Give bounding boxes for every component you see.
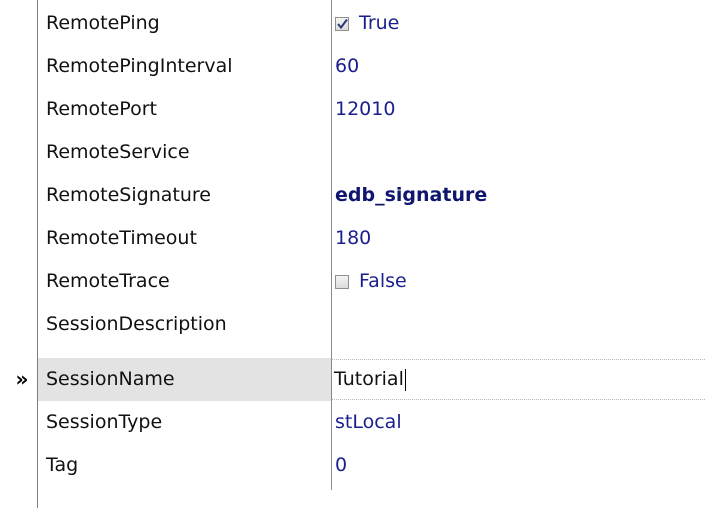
property-row-sessionname[interactable]: SessionName Tutorial <box>38 358 705 401</box>
property-name: RemoteSignature <box>46 184 211 206</box>
property-value[interactable]: edb_signature <box>335 174 487 217</box>
property-value[interactable]: True <box>335 2 399 45</box>
checkbox-unchecked-icon[interactable] <box>335 274 349 289</box>
property-row-remoteservice[interactable]: RemoteService <box>38 131 705 174</box>
property-value[interactable]: 12010 <box>335 88 395 131</box>
property-value[interactable]: 0 <box>335 444 347 487</box>
property-name: RemotePort <box>46 98 157 120</box>
property-row-sessiontype[interactable]: SessionType stLocal <box>38 401 705 444</box>
property-value[interactable]: stLocal <box>335 401 402 444</box>
text-caret <box>404 368 406 391</box>
property-name: RemoteTrace <box>46 270 170 292</box>
object-inspector: » RemotePing True RemotePingInterval 60 … <box>0 0 705 508</box>
property-value-text: True <box>359 12 400 34</box>
property-name: SessionName <box>46 368 175 390</box>
property-name: SessionType <box>46 411 163 433</box>
property-value-text: False <box>359 270 407 292</box>
property-value[interactable]: 60 <box>335 45 359 88</box>
property-value[interactable]: False <box>335 260 407 303</box>
checkbox-checked-icon[interactable] <box>335 16 349 31</box>
property-name: RemotePingInterval <box>46 55 233 77</box>
property-row-remoteping[interactable]: RemotePing True <box>38 2 705 45</box>
property-name: RemoteTimeout <box>46 227 197 249</box>
property-name: Tag <box>46 454 79 476</box>
property-value-text: Tutorial <box>334 368 404 390</box>
property-value-input[interactable]: Tutorial <box>334 360 406 399</box>
property-row-remotesignature[interactable]: RemoteSignature edb_signature <box>38 174 705 217</box>
property-row-remotepinginterval[interactable]: RemotePingInterval 60 <box>38 45 705 88</box>
property-name: RemotePing <box>46 12 160 34</box>
row-indicator-gutter <box>0 0 37 508</box>
property-row-tag[interactable]: Tag 0 <box>38 444 705 487</box>
property-value[interactable]: 180 <box>335 217 371 260</box>
property-row-remoteport[interactable]: RemotePort 12010 <box>38 88 705 131</box>
property-name: RemoteService <box>46 141 190 163</box>
selected-row-marker: » <box>15 367 29 391</box>
property-row-remotetrace[interactable]: RemoteTrace False <box>38 260 705 303</box>
property-name: SessionDescription <box>46 313 227 335</box>
property-row-sessiondescription[interactable]: SessionDescription <box>38 303 705 346</box>
property-value-editor[interactable]: Tutorial <box>332 359 705 400</box>
property-row-remotetimeout[interactable]: RemoteTimeout 180 <box>38 217 705 260</box>
